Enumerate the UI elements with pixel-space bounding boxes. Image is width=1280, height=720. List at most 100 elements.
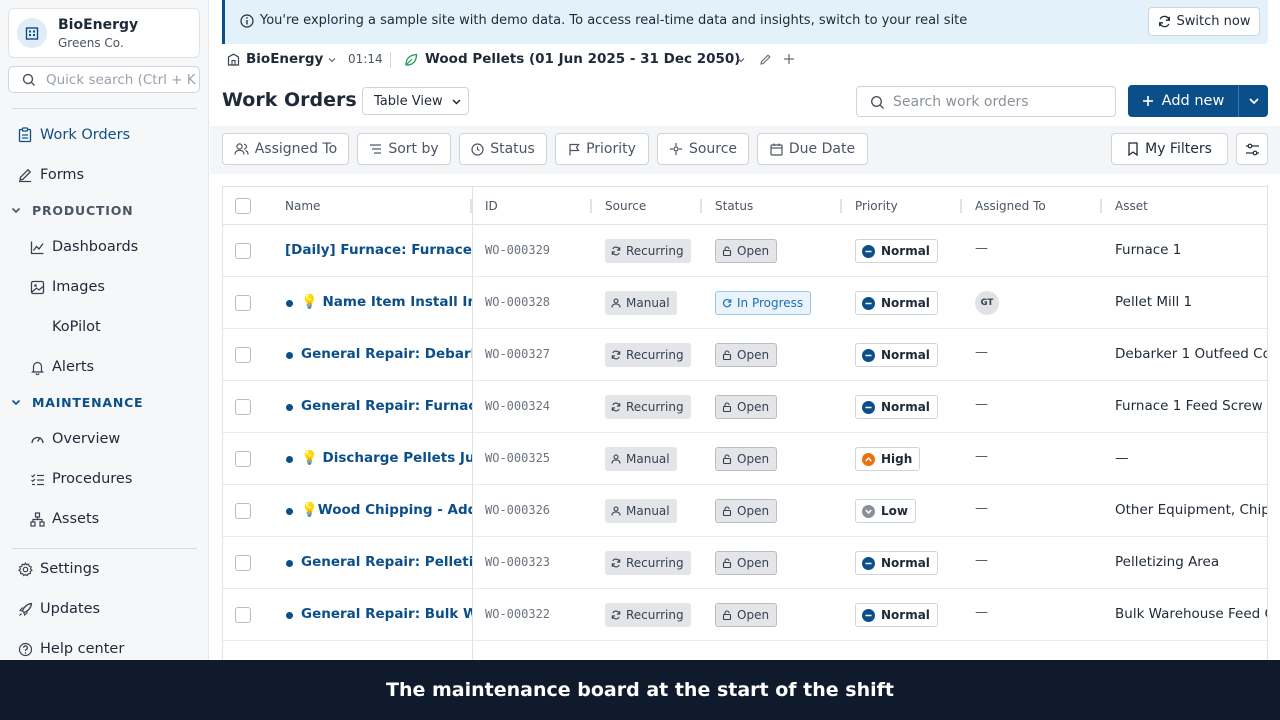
work-order-name-link[interactable]: 💡 Discharge Pellets Jumbo Bags [301,450,473,466]
chevron-down-icon[interactable] [736,55,746,65]
sidebar-item-images[interactable]: Images [0,271,209,303]
pencil-icon[interactable] [759,53,772,66]
table-row[interactable]: General Repair: Pelletizing Area WO-00032… [223,537,1267,589]
work-order-name-link[interactable]: 💡 Name Item Install Improvement [301,294,473,310]
asset-name[interactable]: Debarker 1 Outfeed Conveyor [1115,346,1267,362]
sidebar-item-overview[interactable]: Overview [0,423,209,455]
sidebar-item-forms[interactable]: Forms [0,159,209,191]
column-header-priority[interactable]: Priority [855,199,898,213]
filter-due-date[interactable]: Due Date [757,133,868,165]
select-all-checkbox[interactable] [235,198,251,214]
column-resize-handle[interactable] [700,199,702,213]
assigned-to-empty[interactable]: — [975,553,988,568]
asset-name[interactable]: Pellet Mill 1 [1115,294,1267,310]
priority-badge[interactable]: Normal [855,343,938,367]
asset-name[interactable]: Furnace 1 [1115,242,1267,258]
asset-name[interactable]: Pelletizing Area [1115,554,1267,570]
asset-name[interactable]: Bulk Warehouse Feed Chute [1115,606,1267,622]
section-production[interactable]: PRODUCTION [10,200,133,220]
row-checkbox[interactable] [235,399,251,415]
filter-status[interactable]: Status [459,133,547,165]
priority-badge[interactable]: High [855,447,921,471]
table-row[interactable]: 💡 Discharge Pellets Jumbo Bags WO-000325 M… [223,433,1267,485]
row-checkbox[interactable] [235,295,251,311]
column-header-status[interactable]: Status [715,199,753,213]
priority-badge[interactable]: Low [855,499,916,523]
status-badge[interactable]: Open [715,551,778,575]
table-row[interactable]: 💡 Name Item Install Improvement WO-000328… [223,277,1267,329]
status-badge[interactable]: In Progress [715,291,812,315]
work-order-name-link[interactable]: General Repair: Pelletizing Area [301,554,473,570]
sort-by-button[interactable]: Sort by [357,133,451,165]
work-order-name-link[interactable]: General Repair: Debarker 1 [301,346,473,362]
column-header-name[interactable]: Name [285,199,320,213]
view-selector[interactable]: Table View [362,87,469,115]
filter-source[interactable]: Source [657,133,749,165]
column-resize-handle[interactable] [960,199,962,213]
column-settings-button[interactable] [1236,133,1268,165]
row-checkbox[interactable] [235,607,251,623]
assigned-to-empty[interactable]: — [975,449,988,464]
asset-name[interactable]: Other Equipment, Chipper [1115,502,1267,518]
sidebar-item-procedures[interactable]: Procedures [0,463,209,495]
column-header-source[interactable]: Source [605,199,646,213]
priority-badge[interactable]: Normal [855,395,938,419]
add-new-dropdown[interactable] [1238,85,1268,117]
sidebar-item-dashboards[interactable]: Dashboards [0,231,209,263]
sidebar-item-settings[interactable]: Settings [0,553,209,585]
column-resize-handle[interactable] [590,199,592,213]
sidebar-item-updates[interactable]: Updates [0,593,209,625]
assigned-to-empty[interactable]: — [975,397,988,412]
priority-badge[interactable]: Normal [855,291,938,315]
priority-badge[interactable]: Normal [855,603,938,627]
status-badge[interactable]: Open [715,343,778,367]
plus-icon[interactable] [783,53,795,65]
assigned-to-empty[interactable]: — [975,345,988,360]
org-switcher[interactable]: BioEnergy Greens Co. [8,8,200,58]
assigned-to-empty[interactable]: — [975,501,988,516]
table-row[interactable]: [Daily] Furnace: Furnace 1 WO-000329 Recur… [223,225,1267,277]
column-header-id[interactable]: ID [485,199,498,213]
column-header-assigned-to[interactable]: Assigned To [975,199,1046,213]
avatar[interactable]: GT [975,291,999,315]
sidebar-item-work-orders[interactable]: Work Orders [0,119,209,151]
product-selector[interactable]: Wood Pellets (01 Jun 2025 - 31 Dec 2050) [425,51,740,67]
column-resize-handle[interactable] [1100,199,1102,213]
priority-badge[interactable]: Normal [855,239,938,263]
status-badge[interactable]: Open [715,447,778,471]
table-row[interactable]: General Repair: Bulk Warehouse WO-000322 R… [223,589,1267,641]
switch-now-button[interactable]: Switch now [1148,7,1260,36]
table-row[interactable]: General Repair: Debarker 1 WO-000327 Recur… [223,329,1267,381]
section-maintenance[interactable]: MAINTENANCE [10,392,143,412]
my-filters-button[interactable]: My Filters [1111,133,1228,165]
column-resize-handle[interactable] [840,199,842,213]
site-selector[interactable]: BioEnergy [246,51,323,67]
quick-search-input[interactable]: Quick search (Ctrl + K) [8,66,200,93]
sidebar-item-assets[interactable]: Assets [0,503,209,535]
column-header-asset[interactable]: Asset [1115,199,1148,213]
work-order-name-link[interactable]: [Daily] Furnace: Furnace 1 [285,242,473,258]
work-order-name-link[interactable]: 💡Wood Chipping - Add Belt [301,502,473,518]
row-checkbox[interactable] [235,347,251,363]
filter-assigned-to[interactable]: Assigned To [222,133,349,165]
priority-badge[interactable]: Normal [855,551,938,575]
table-row[interactable]: General Repair: Furnace 1 Feed WO-000324 R… [223,381,1267,433]
status-badge[interactable]: Open [715,239,778,263]
assigned-to-empty[interactable]: — [975,605,988,620]
status-badge[interactable]: Open [715,395,778,419]
row-checkbox[interactable] [235,451,251,467]
row-checkbox[interactable] [235,503,251,519]
sidebar-item-kopilot[interactable]: KoPilot [0,311,209,343]
row-checkbox[interactable] [235,243,251,259]
table-row[interactable]: 💡Wood Chipping - Add Belt WO-000326 Manual… [223,485,1267,537]
work-order-search-input[interactable]: Search work orders [856,86,1116,117]
status-badge[interactable]: Open [715,499,778,523]
row-checkbox[interactable] [235,555,251,571]
filter-priority[interactable]: Priority [555,133,649,165]
add-new-button[interactable]: Add new [1128,85,1238,117]
assigned-to-empty[interactable]: — [975,241,988,256]
status-badge[interactable]: Open [715,603,778,627]
asset-name[interactable]: — [1115,450,1267,466]
sidebar-item-alerts[interactable]: Alerts [0,351,209,383]
asset-name[interactable]: Furnace 1 Feed Screw Conveyor [1115,398,1267,414]
